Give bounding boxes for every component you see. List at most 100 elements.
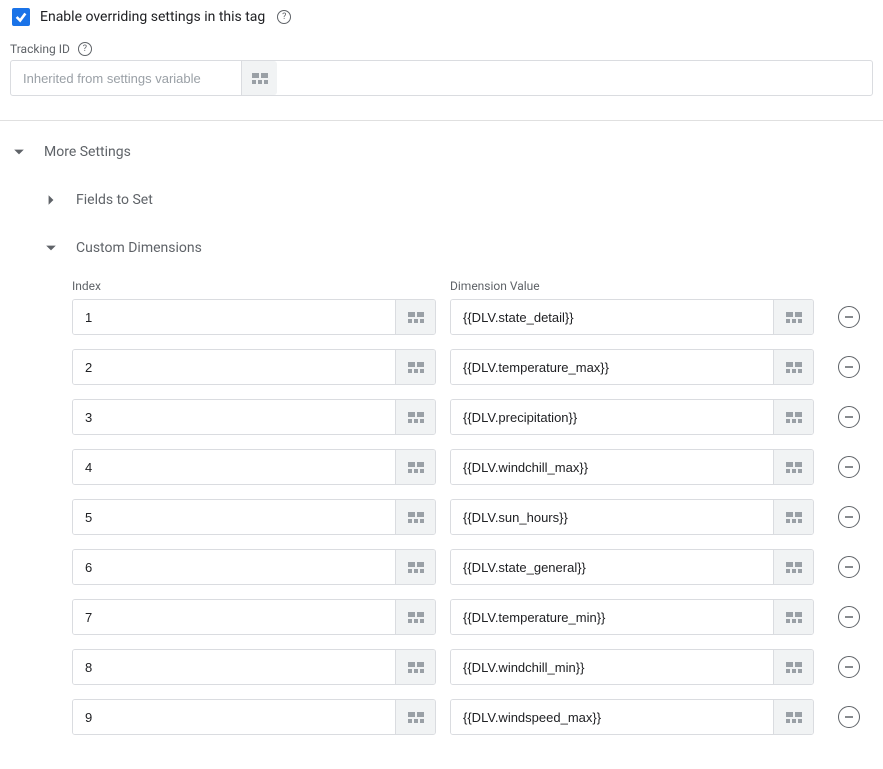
override-checkbox[interactable] [12,8,30,26]
variable-picker-button[interactable] [395,700,435,734]
remove-row-button[interactable] [838,406,860,428]
brick-icon [408,412,424,423]
index-input-group [72,599,436,635]
dimension-row [72,299,873,335]
brick-icon [786,512,802,523]
brick-icon [786,462,802,473]
divider [0,120,883,121]
dimension-value-input[interactable] [451,500,773,534]
remove-row-button[interactable] [838,306,860,328]
index-column-label: Index [72,279,436,293]
custom-dimensions-list: Index Dimension Value [72,279,873,735]
remove-row-button[interactable] [838,456,860,478]
remove-row-button[interactable] [838,706,860,728]
dimension-row [72,449,873,485]
variable-picker-button[interactable] [395,500,435,534]
brick-icon [408,512,424,523]
remove-row-button[interactable] [838,556,860,578]
override-checkbox-row: Enable overriding settings in this tag ? [10,8,873,26]
dimension-row [72,399,873,435]
brick-icon [408,362,424,373]
variable-picker-button[interactable] [395,300,435,334]
brick-icon [408,462,424,473]
dimension-value-input[interactable] [451,350,773,384]
variable-picker-button[interactable] [773,650,813,684]
dimension-row [72,649,873,685]
more-settings-title: More Settings [44,144,131,160]
index-input-group [72,299,436,335]
value-input-group [450,449,814,485]
dimension-index-input[interactable] [73,700,395,734]
remove-row-button[interactable] [838,656,860,678]
variable-picker-button[interactable] [773,550,813,584]
variable-picker-button[interactable] [773,350,813,384]
value-input-group [450,299,814,335]
help-icon[interactable]: ? [78,42,92,56]
custom-dimensions-toggle[interactable]: Custom Dimensions [42,235,873,261]
custom-dimensions-title: Custom Dimensions [76,240,202,256]
value-input-group [450,399,814,435]
index-input-group [72,549,436,585]
brick-icon [408,612,424,623]
brick-icon [786,312,802,323]
dimension-index-input[interactable] [73,400,395,434]
more-settings-toggle[interactable]: More Settings [10,139,873,165]
minus-icon [844,562,854,572]
dimension-index-input[interactable] [73,550,395,584]
variable-picker-button[interactable] [773,450,813,484]
override-label: Enable overriding settings in this tag [40,9,265,25]
brick-icon [408,712,424,723]
dimension-index-input[interactable] [73,450,395,484]
dimension-row [72,549,873,585]
brick-icon [786,562,802,573]
value-input-group [450,649,814,685]
remove-row-button[interactable] [838,606,860,628]
tracking-id-input[interactable] [11,61,241,95]
minus-icon [844,512,854,522]
remove-row-button[interactable] [838,506,860,528]
variable-picker-button[interactable] [395,600,435,634]
variable-picker-button[interactable] [241,61,277,95]
dimension-value-input[interactable] [451,550,773,584]
dimension-value-input[interactable] [451,450,773,484]
dimension-index-input[interactable] [73,650,395,684]
dimension-value-input[interactable] [451,300,773,334]
dimension-row [72,499,873,535]
variable-picker-button[interactable] [773,400,813,434]
dimension-index-input[interactable] [73,600,395,634]
variable-picker-button[interactable] [395,350,435,384]
chevron-down-icon [42,239,60,257]
variable-picker-button[interactable] [773,500,813,534]
variable-picker-button[interactable] [395,450,435,484]
fields-to-set-title: Fields to Set [76,192,153,208]
dimension-value-input[interactable] [451,400,773,434]
brick-icon [786,412,802,423]
brick-icon [408,562,424,573]
dimension-index-input[interactable] [73,350,395,384]
brick-icon [408,312,424,323]
minus-icon [844,412,854,422]
variable-picker-button[interactable] [395,400,435,434]
index-input-group [72,349,436,385]
fields-to-set-toggle[interactable]: Fields to Set [42,187,873,213]
dimension-index-input[interactable] [73,500,395,534]
tracking-id-label: Tracking ID [10,42,70,56]
variable-picker-button[interactable] [773,700,813,734]
brick-icon [786,362,802,373]
dimension-header-row: Index Dimension Value [72,279,873,293]
variable-picker-button[interactable] [773,600,813,634]
minus-icon [844,462,854,472]
dimension-index-input[interactable] [73,300,395,334]
dimension-value-input[interactable] [451,700,773,734]
variable-picker-button[interactable] [773,300,813,334]
variable-picker-button[interactable] [395,650,435,684]
value-column-label: Dimension Value [450,279,540,293]
remove-row-button[interactable] [838,356,860,378]
variable-picker-button[interactable] [395,550,435,584]
dimension-value-input[interactable] [451,600,773,634]
tracking-id-group [10,60,873,96]
brick-icon [408,662,424,673]
help-icon[interactable]: ? [277,10,291,24]
brick-icon [786,612,802,623]
dimension-value-input[interactable] [451,650,773,684]
